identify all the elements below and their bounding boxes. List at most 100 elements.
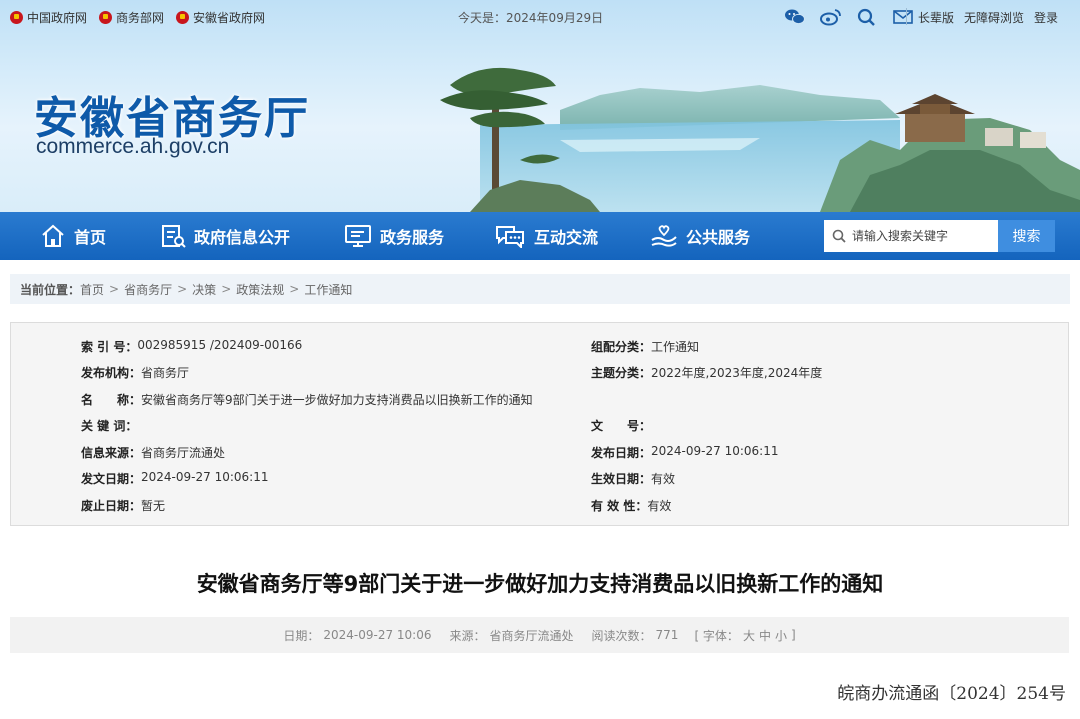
search-icon [832,229,846,243]
info-value: 002985915 /202409-00166 [137,338,303,352]
nav-item-label: 政务服务 [380,228,445,247]
source-value: 省商务厅流通处 [489,628,574,643]
views-value: 771 [655,628,679,642]
nav-item-home[interactable]: 首页 [40,212,106,260]
main-nav: 首页 政府信息公开 政务服务 互动交流 公共服务 搜索 [0,212,1080,260]
info-row-publish-date: 发布日期： 2024-09-27 10:06:11 [591,444,778,461]
gov-link-anhui[interactable]: 安徽省政府网 [176,9,265,26]
top-right-links: 长辈版 无障碍浏览 登录 [918,9,1058,26]
today-value: 2024年09月29日 [506,11,604,25]
gov-link-label: 中国政府网 [27,11,88,25]
wechat-icon[interactable] [784,8,806,26]
info-key: 发文日期： [81,472,142,486]
date-value: 2024-09-27 10:06 [323,628,432,642]
breadcrumb-policy[interactable]: 政策法规 [236,281,284,298]
gov-link-china[interactable]: 中国政府网 [10,9,87,26]
site-logo-domain: commerce.ah.gov.cn [36,135,230,158]
gov-link-label: 安徽省政府网 [193,11,266,25]
info-key: 文 号： [591,419,652,433]
today-label: 今天是： [458,11,507,25]
document-number: 皖商办流通函〔2024〕254号 [837,684,1066,704]
gov-links: 中国政府网 商务部网 安徽省政府网 [10,9,265,26]
search-button[interactable]: 搜索 [998,220,1055,252]
info-row-abolish-date: 废止日期： 暂无 [81,497,165,514]
breadcrumb-label: 当前位置： [20,282,81,297]
social-icons [784,8,914,26]
info-value: 暂无 [141,499,166,513]
info-key: 生效日期： [591,472,652,486]
search-input[interactable] [852,229,992,243]
gov-link-label: 商务部网 [116,11,165,25]
info-row-validity: 有 效 性： 有效 [591,497,671,514]
info-value: 2024-09-27 10:06:11 [651,444,779,458]
font-size-medium-button[interactable]: 中 [759,627,771,644]
info-key: 名 称： [81,393,142,407]
source-label: 来源： [449,628,486,643]
nav-item-interaction[interactable]: 互动交流 [494,212,598,260]
breadcrumb-notice[interactable]: 工作通知 [304,281,352,298]
national-emblem-icon [176,11,190,24]
views-label: 阅读次数： [591,628,652,643]
font-size-close-bracket: ] [790,628,796,642]
article-title: 安徽省商务厅等9部门关于进一步做好加力支持消费品以旧换新工作的通知 [196,572,884,596]
date-label: 日期： [283,628,320,643]
info-row-effective-date: 生效日期： 有效 [591,470,675,487]
breadcrumb-separator: > [221,282,232,296]
gov-link-mofcom[interactable]: 商务部网 [99,9,164,26]
breadcrumb-department[interactable]: 省商务厅 [124,281,172,298]
breadcrumb-separator: > [289,282,300,296]
nav-item-label: 首页 [74,228,107,247]
info-value: 省商务厅流通处 [141,446,226,460]
font-size-label: [ 字体： [694,628,739,643]
breadcrumb-decision[interactable]: 决策 [192,281,216,298]
font-size-small-button[interactable]: 小 [775,627,787,644]
search-box [824,220,998,252]
info-key: 发布日期： [591,446,652,460]
info-key: 关 键 词： [81,419,138,433]
info-key: 信息来源： [81,446,142,460]
info-row-index-number: 索 引 号： 002985915 /202409-00166 [81,338,302,355]
accessible-browse-link[interactable]: 无障碍浏览 [964,9,1024,26]
nav-item-gov-services[interactable]: 政务服务 [344,212,444,260]
mail-icon[interactable] [892,8,914,26]
nav-item-label: 政府信息公开 [194,228,291,247]
article-meta: 日期： 2024-09-27 10:06 来源： 省商务厅流通处 阅读次数： 771 … [10,617,1069,653]
info-row-publisher: 发布机构： 省商务厅 [81,364,189,381]
nav-item-public-services[interactable]: 公共服务 [650,212,750,260]
nav-item-label: 互动交流 [534,228,599,247]
nav-item-label: 公共服务 [686,228,751,247]
monitor-icon [345,225,371,247]
info-value: 2022年度,2023年度,2024年度 [651,366,823,380]
info-key: 有 效 性： [591,499,648,513]
national-emblem-icon [10,11,23,24]
breadcrumb-separator: > [177,282,188,296]
info-key: 索 引 号： [81,340,138,354]
weibo-icon[interactable] [820,8,842,26]
info-row-category: 组配分类： 工作通知 [591,338,699,355]
info-value: 省商务厅 [141,366,190,380]
info-key: 发布机构： [81,366,142,380]
breadcrumb-home[interactable]: 首页 [80,281,104,298]
login-link[interactable]: 登录 [1034,9,1058,26]
info-value: 安徽省商务厅等9部门关于进一步做好加力支持消费品以旧换新工作的通知 [141,393,533,407]
elder-version-link[interactable]: 长辈版 [918,9,954,26]
nav-item-info-disclosure[interactable]: 政府信息公开 [160,212,290,260]
info-value: 工作通知 [651,340,700,354]
search-icon[interactable] [856,8,878,26]
top-bar: 中国政府网 商务部网 安徽省政府网 今天是：2024年09月29日 长辈版 无障… [0,0,1080,34]
chat-icon [496,226,524,248]
info-key: 组配分类： [591,340,652,354]
today-date: 今天是：2024年09月29日 [458,9,603,26]
font-size-large-button[interactable]: 大 [743,627,755,644]
info-row-name: 名 称： 安徽省商务厅等9部门关于进一步做好加力支持消费品以旧换新工作的通知 [81,391,533,408]
info-row-topic: 主题分类： 2022年度,2023年度,2024年度 [591,364,822,381]
top-divider [906,8,907,25]
info-value: 有效 [651,472,676,486]
breadcrumb-separator: > [109,282,120,296]
info-disclosure-icon [162,225,186,248]
info-row-keywords: 关 键 词： [81,417,137,434]
info-row-doc-number: 文 号： [591,417,651,434]
info-value: 2024-09-27 10:06:11 [141,470,269,484]
hand-heart-icon [651,225,677,247]
home-icon [42,224,64,247]
